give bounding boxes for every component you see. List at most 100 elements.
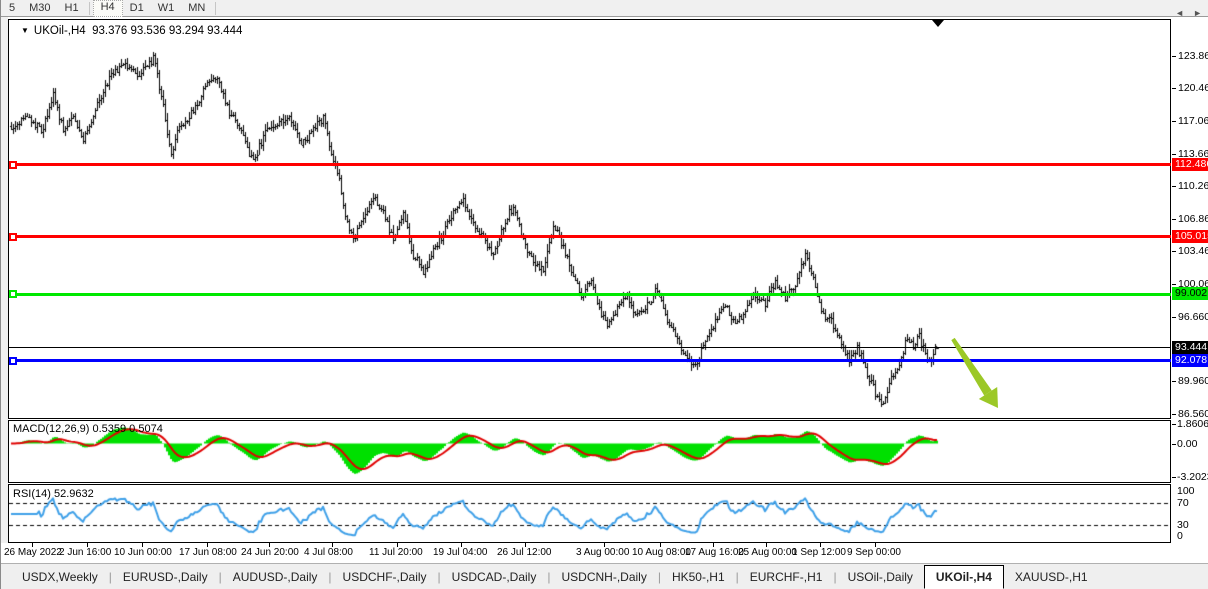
date-label: 19 Jul 04:00 <box>433 547 488 558</box>
axis-tick-label: 123.860 <box>1178 50 1208 62</box>
symbol-dropdown-icon[interactable]: ▼ <box>21 26 29 35</box>
axis-tick-label: 103.460 <box>1178 245 1208 257</box>
hline-99.002[interactable] <box>9 293 1171 296</box>
tab-usdx-weekly[interactable]: USDX,Weekly <box>11 564 109 589</box>
hline-handle-92.078[interactable] <box>9 357 17 365</box>
tab-audusd-daily[interactable]: AUDUSD-,Daily <box>222 564 329 589</box>
timeframe-w1[interactable]: W1 <box>151 1 182 16</box>
tab-usdchf-daily[interactable]: USDCHF-,Daily <box>332 564 438 589</box>
date-tick <box>713 543 714 547</box>
macd-axis-dash <box>1172 424 1176 425</box>
timeframe-toolbar: 5M30H1 H4D1W1MN <box>1 0 1208 17</box>
date-tick <box>32 543 33 547</box>
rsi-canvas[interactable] <box>9 485 1170 542</box>
chart-title-symbol: UKOil-,H4 <box>34 25 86 37</box>
date-label: 17 Aug 16:00 <box>685 547 744 558</box>
tab-usdcnh-daily[interactable]: USDCNH-,Daily <box>550 564 657 589</box>
rsi-axis-label: 70 <box>1177 497 1189 509</box>
timeframe-d1[interactable]: D1 <box>123 1 151 16</box>
timeframe-mn[interactable]: MN <box>181 1 212 16</box>
rsi-label: RSI(14) 52.9632 <box>13 488 94 500</box>
tab-usoil-daily[interactable]: USOil-,Daily <box>837 564 924 589</box>
macd-axis-dash <box>1172 444 1176 445</box>
tab-xauusd-h1[interactable]: XAUUSD-,H1 <box>1004 564 1099 589</box>
rsi-name: RSI(14) <box>13 488 51 500</box>
timeframe-5[interactable]: 5 <box>2 1 22 16</box>
axis-tick-label: 96.660 <box>1178 311 1208 323</box>
chart-title-ohlc: 93.376 93.536 93.294 93.444 <box>92 25 242 37</box>
hline-handle-99.002[interactable] <box>9 290 17 298</box>
rsi-axis-label: 100 <box>1177 485 1195 497</box>
toolbar-separator <box>89 2 90 15</box>
tab-scroll-right-icon[interactable]: ► <box>1193 8 1202 18</box>
macd-label: MACD(12,26,9) 0.5359 0.5074 <box>13 423 163 435</box>
axis-tick-dash <box>1172 88 1176 89</box>
date-tick <box>525 543 526 547</box>
axis-tick-label: 106.860 <box>1178 213 1208 225</box>
macd-name: MACD(12,26,9) <box>13 423 89 435</box>
toolbar-separator <box>215 2 216 15</box>
date-tick <box>660 543 661 547</box>
axis-tick-label: 89.960 <box>1178 375 1208 387</box>
timeframe-h1[interactable]: H1 <box>58 1 86 16</box>
date-label: 10 Aug 08:00 <box>632 547 691 558</box>
macd-axis-label: -3.2023 <box>1177 471 1208 483</box>
hline-105.015[interactable] <box>9 235 1171 238</box>
date-tick <box>207 543 208 547</box>
date-label: 3 Aug 00:00 <box>576 547 629 558</box>
date-tick <box>604 543 605 547</box>
tab-ukoil-h4[interactable]: UKOil-,H4 <box>924 565 1004 589</box>
macd-axis-dash <box>1172 477 1176 478</box>
axis-tick-dash <box>1172 414 1176 415</box>
rsi-value: 52.9632 <box>54 488 94 500</box>
date-tick <box>332 543 333 547</box>
date-label: 2 Jun 16:00 <box>59 547 111 558</box>
date-label: 11 Jul 20:00 <box>369 547 423 558</box>
date-label: 26 May 2022 <box>4 547 62 558</box>
hline-handle-105.015[interactable] <box>9 233 17 241</box>
axis-tick-dash <box>1172 154 1176 155</box>
macd-indicator-pane[interactable] <box>8 420 1171 483</box>
rsi-axis-label: 0 <box>1177 530 1183 542</box>
macd-values: 0.5359 0.5074 <box>92 423 162 435</box>
date-label: 17 Jun 08:00 <box>179 547 237 558</box>
time-axis: 26 May 20222 Jun 16:0010 Jun 00:00 17 Jun… <box>1 543 1208 563</box>
hline-handle-112.486[interactable] <box>9 161 17 169</box>
timeframe-h4[interactable]: H4 <box>93 0 123 17</box>
tab-scroll-left-icon[interactable]: ◄ <box>1175 8 1184 18</box>
axis-tick-dash <box>1172 56 1176 57</box>
hline-112.486[interactable] <box>9 163 1171 166</box>
date-tick <box>461 543 462 547</box>
tab-eurchf-h1[interactable]: EURCHF-,H1 <box>739 564 834 589</box>
date-label: 10 Jun 00:00 <box>114 547 172 558</box>
macd-canvas[interactable] <box>9 421 1170 482</box>
axis-tick-dash <box>1172 284 1176 285</box>
timeframe-m30[interactable]: M30 <box>22 1 57 16</box>
price-label-105.015: 105.015 <box>1172 230 1208 243</box>
date-label: 24 Jun 20:00 <box>241 547 299 558</box>
date-tick <box>875 543 876 547</box>
rsi-indicator-pane[interactable] <box>8 484 1171 543</box>
chart-title: ▼ UKOil-,H4 93.376 93.536 93.294 93.444 <box>21 25 242 37</box>
tab-eurusd-daily[interactable]: EURUSD-,Daily <box>112 564 219 589</box>
price-label-93.444: 93.444 <box>1172 341 1208 354</box>
tab-hk50-h1[interactable]: HK50-,H1 <box>661 564 736 589</box>
macd-axis-label: 0.00 <box>1177 438 1197 450</box>
axis-tick-dash <box>1172 381 1176 382</box>
axis-tick-dash <box>1172 219 1176 220</box>
axis-tick-dash <box>1172 186 1176 187</box>
date-label: 26 Jul 12:00 <box>497 547 552 558</box>
date-tick <box>87 543 88 547</box>
trading-terminal: 5M30H1 H4D1W1MN ▼ UKOil-,H4 93.376 93.536 … <box>0 0 1208 589</box>
tab-scroll-arrows: ◄ ► <box>1175 0 1202 26</box>
date-tick <box>766 543 767 547</box>
axis-tick-dash <box>1172 121 1176 122</box>
tab-usdcad-daily[interactable]: USDCAD-,Daily <box>441 564 548 589</box>
price-label-99.002: 99.002 <box>1172 287 1208 300</box>
date-label: 4 Jul 08:00 <box>304 547 353 558</box>
trend-arrow-object[interactable] <box>946 337 1008 411</box>
date-tick <box>142 543 143 547</box>
date-tick <box>397 543 398 547</box>
window-left-frame <box>1 17 8 563</box>
axis-tick-label: 120.460 <box>1178 82 1208 94</box>
